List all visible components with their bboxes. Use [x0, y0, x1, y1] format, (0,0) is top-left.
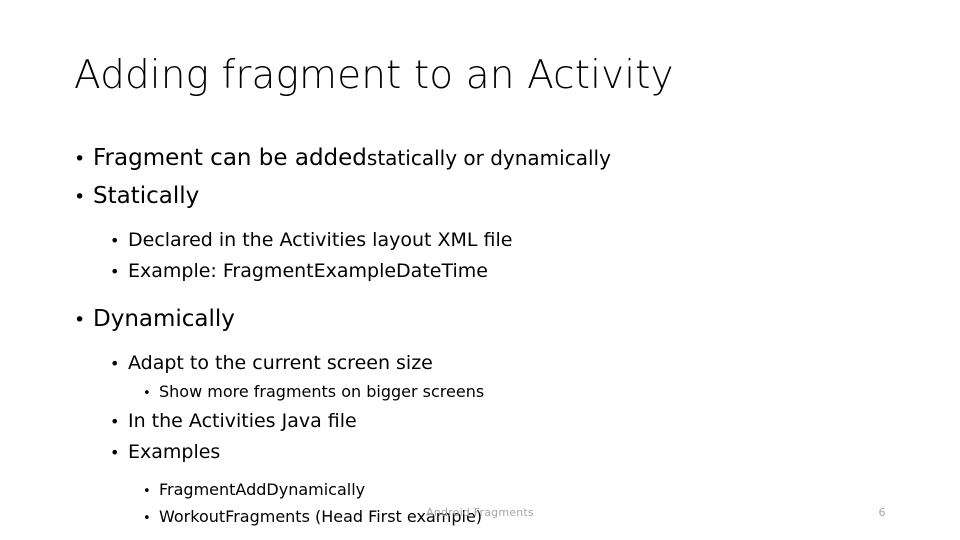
bullet-point-icon: •	[110, 354, 120, 373]
bullet-item: • Statically	[0, 178, 960, 216]
bullet-point-icon: •	[110, 262, 120, 281]
bullet-point-icon: •	[74, 309, 86, 331]
bullet-label: Example: FragmentExampleDateTime	[128, 260, 488, 282]
bullet-label: Examples	[128, 441, 221, 463]
bullet-label: FragmentAddDynamically	[159, 480, 366, 499]
slide-title: Adding fragment to an Activity	[74, 53, 674, 98]
bullet-label: Dynamically	[93, 306, 235, 332]
slide-footer-text: Android Fragments	[426, 506, 534, 519]
bullet-label-tail: statically or dynamically	[366, 146, 611, 170]
bullet-item: • Examples	[0, 437, 960, 468]
bullet-item: • Adapt to the current screen size	[0, 348, 960, 379]
presentation-slide: Adding fragment to an Activity • Fragment…	[0, 0, 960, 540]
bullet-item: • Dynamically	[0, 301, 960, 339]
bullet-item: • Fragment can be added statically or dyn…	[0, 140, 960, 178]
bullet-point-icon: •	[143, 386, 151, 401]
bullet-label: Statically	[93, 183, 200, 209]
slide-body-content: • Fragment can be added statically or dyn…	[0, 140, 960, 531]
bullet-item: • Declared in the Activities layout XML f…	[0, 225, 960, 256]
bullet-label: Declared in the Activities layout XML fi…	[128, 229, 513, 251]
vertical-spacer	[0, 287, 960, 301]
bullet-point-icon: •	[143, 484, 151, 499]
bullet-item: • Show more fragments on bigger screens	[0, 379, 960, 406]
bullet-item: • In the Activities Java file	[0, 406, 960, 437]
bullet-label: Fragment can be added	[93, 145, 367, 171]
bullet-item: • Example: FragmentExampleDateTime	[0, 256, 960, 287]
bullet-label: Show more fragments on bigger screens	[159, 382, 485, 401]
vertical-spacer	[0, 468, 960, 477]
bullet-point-icon: •	[110, 443, 120, 462]
bullet-point-icon: •	[74, 148, 86, 170]
vertical-spacer	[0, 216, 960, 225]
bullet-point-icon: •	[110, 231, 120, 250]
bullet-label: In the Activities Java file	[128, 410, 357, 432]
vertical-spacer	[0, 339, 960, 348]
slide-page-number: 6	[878, 506, 886, 519]
bullet-point-icon: •	[74, 186, 86, 208]
bullet-item: • FragmentAddDynamically	[0, 477, 960, 504]
bullet-label: Adapt to the current screen size	[128, 352, 433, 374]
bullet-point-icon: •	[110, 412, 120, 431]
